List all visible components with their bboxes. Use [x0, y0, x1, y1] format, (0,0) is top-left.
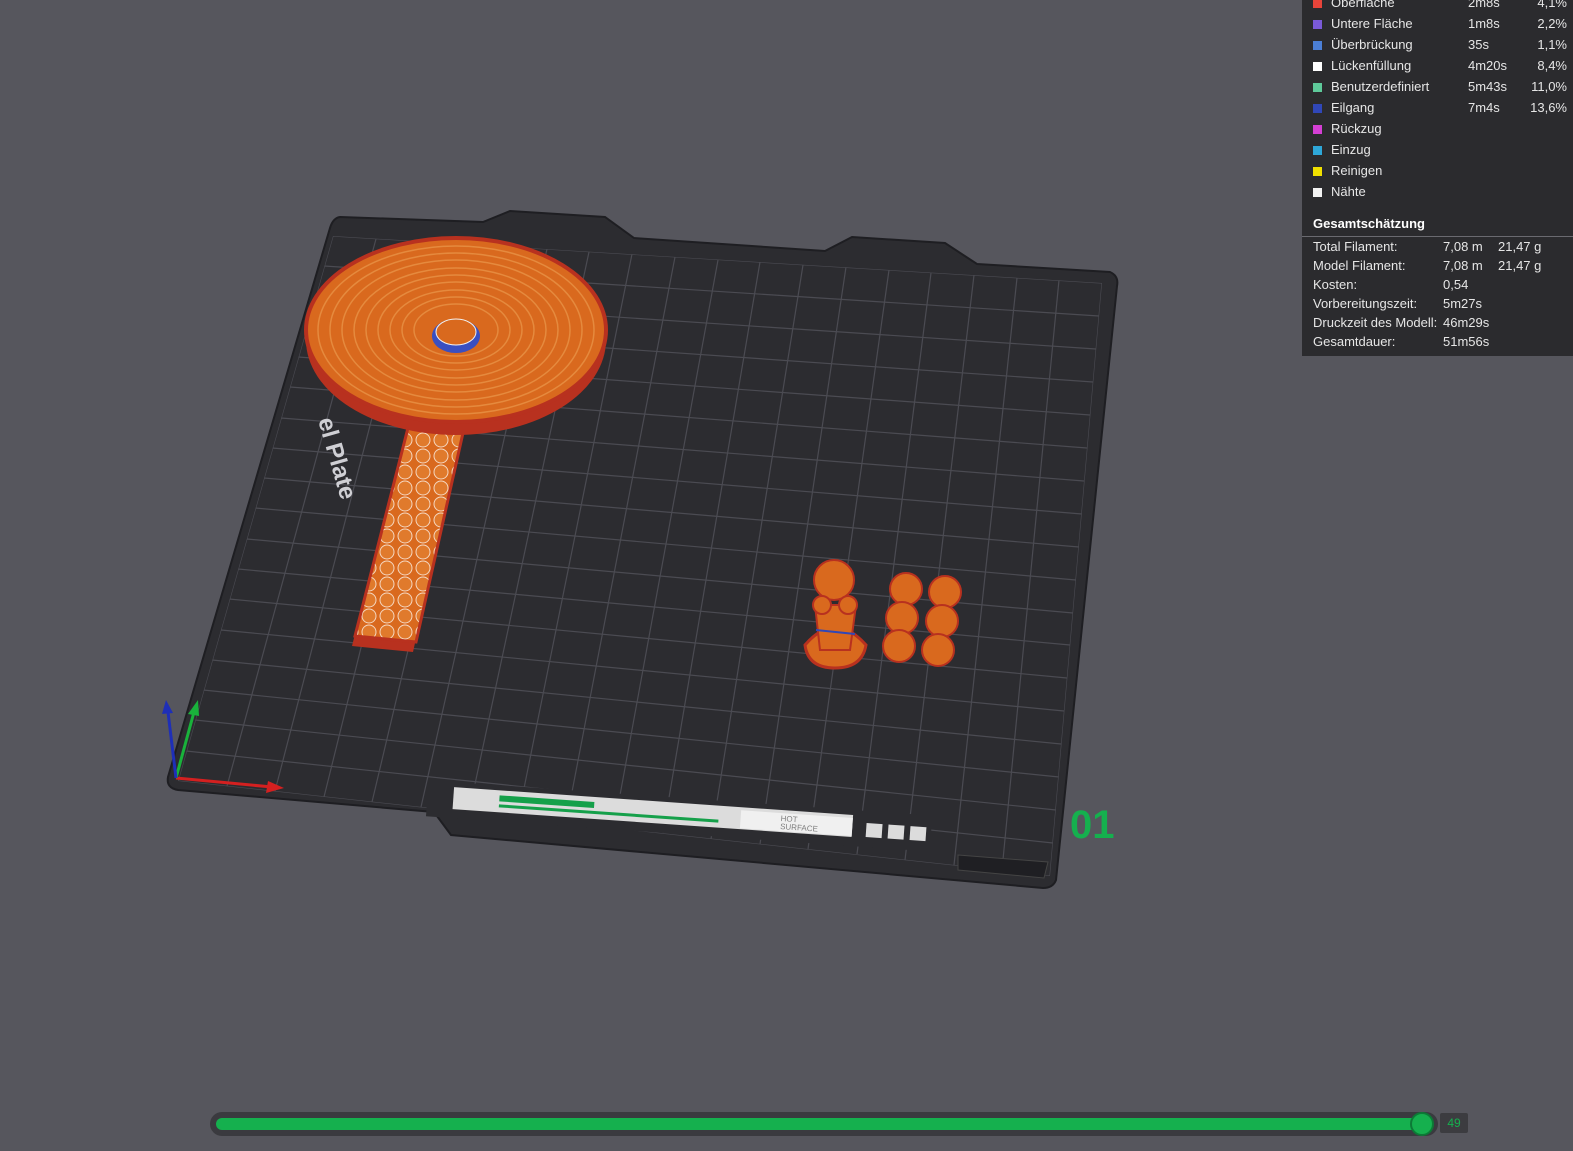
summary-title: Gesamtschätzung — [1313, 216, 1425, 231]
legend-feature-name: Eilgang — [1331, 100, 1375, 115]
summary-label: Vorbereitungszeit: — [1313, 296, 1418, 311]
legend-color-swatch — [1313, 167, 1322, 176]
legend-feature-name: Einzug — [1331, 142, 1371, 157]
legend-percent: 1,1% — [1537, 37, 1567, 52]
legend-time: 35s — [1468, 37, 1489, 52]
legend-color-swatch — [1313, 0, 1322, 8]
slider-fill — [216, 1118, 1422, 1130]
legend-row: Rückzug — [1302, 121, 1573, 142]
legend-time: 5m43s — [1468, 79, 1508, 94]
legend-color-swatch — [1313, 20, 1322, 29]
legend-color-swatch — [1313, 125, 1322, 134]
slider-thumb[interactable] — [1410, 1112, 1434, 1136]
summary-value: 7,08 m — [1443, 258, 1483, 273]
legend-feature-name: Benutzerdefiniert — [1331, 79, 1430, 94]
legend-time: 2m8s — [1468, 0, 1500, 10]
legend-percent: 8,4% — [1537, 58, 1567, 73]
legend-percent: 11,0% — [1531, 79, 1567, 94]
summary-row: Vorbereitungszeit: 5m27s — [1302, 296, 1573, 315]
summary-value-secondary: 21,47 g — [1498, 239, 1542, 254]
legend-color-swatch — [1313, 62, 1322, 71]
legend-color-swatch — [1313, 188, 1322, 197]
legend-time: 1m8s — [1468, 16, 1500, 31]
layer-slider[interactable] — [210, 1112, 1438, 1136]
summary-label: Kosten: — [1313, 277, 1358, 292]
summary-value: 0,54 — [1443, 277, 1469, 292]
stats-panel: Oberfläche 2m8s 4,1% Untere Fläche 1m8s 2,2% Ü… — [1302, 0, 1573, 356]
legend-row: Überbrückung 35s 1,1% — [1302, 37, 1573, 58]
legend-feature-name: Oberfläche — [1331, 0, 1395, 10]
legend-color-swatch — [1313, 104, 1322, 113]
legend-feature-name: Untere Fläche — [1331, 16, 1413, 31]
summary-value: 5m27s — [1443, 296, 1483, 311]
summary-value: 7,08 m — [1443, 239, 1483, 254]
legend-row: Lückenfüllung 4m20s 8,4% — [1302, 58, 1573, 79]
legend-row: Nähte — [1302, 184, 1573, 205]
summary-value-secondary: 21,47 g — [1498, 258, 1542, 273]
legend-row: Einzug — [1302, 142, 1573, 163]
layer-value-label: 49 — [1440, 1113, 1468, 1133]
legend-color-swatch — [1313, 146, 1322, 155]
summary-row: Druckzeit des Modell: 46m29s — [1302, 315, 1573, 334]
summary-row: Kosten: 0,54 — [1302, 277, 1573, 296]
legend-feature-name: Reinigen — [1331, 163, 1383, 178]
legend-percent: 2,2% — [1537, 16, 1567, 31]
legend-row: Benutzerdefiniert 5m43s 11,0% — [1302, 79, 1573, 100]
summary-label: Total Filament: — [1313, 239, 1398, 254]
legend-time: 4m20s — [1468, 58, 1508, 73]
summary-label: Gesamtdauer: — [1313, 334, 1396, 349]
summary-value: 46m29s — [1443, 315, 1490, 330]
legend-time: 7m4s — [1468, 100, 1500, 115]
legend-feature-name: Lückenfüllung — [1331, 58, 1412, 73]
summary-divider — [1302, 236, 1573, 237]
summary-row: Total Filament: 7,08 m 21,47 g — [1302, 239, 1573, 258]
summary-row: Model Filament: 7,08 m 21,47 g — [1302, 258, 1573, 277]
legend-percent: 13,6% — [1530, 100, 1567, 115]
legend-row: Untere Fläche 1m8s 2,2% — [1302, 16, 1573, 37]
legend-row: Eilgang 7m4s 13,6% — [1302, 100, 1573, 121]
legend-row: Oberfläche 2m8s 4,1% — [1302, 0, 1573, 16]
legend-feature-name: Rückzug — [1331, 121, 1382, 136]
legend-color-swatch — [1313, 41, 1322, 50]
summary-label: Model Filament: — [1313, 258, 1406, 273]
summary-value: 51m56s — [1443, 334, 1490, 349]
legend-row: Reinigen — [1302, 163, 1573, 184]
legend-feature-name: Nähte — [1331, 184, 1366, 199]
legend-color-swatch — [1313, 83, 1322, 92]
summary-label: Druckzeit des Modell: — [1313, 315, 1438, 330]
legend-percent: 4,1% — [1537, 0, 1567, 10]
plate-number: 01 — [1070, 803, 1115, 847]
summary-row: Gesamtdauer: 51m56s — [1302, 334, 1573, 353]
legend-feature-name: Überbrückung — [1331, 37, 1413, 52]
